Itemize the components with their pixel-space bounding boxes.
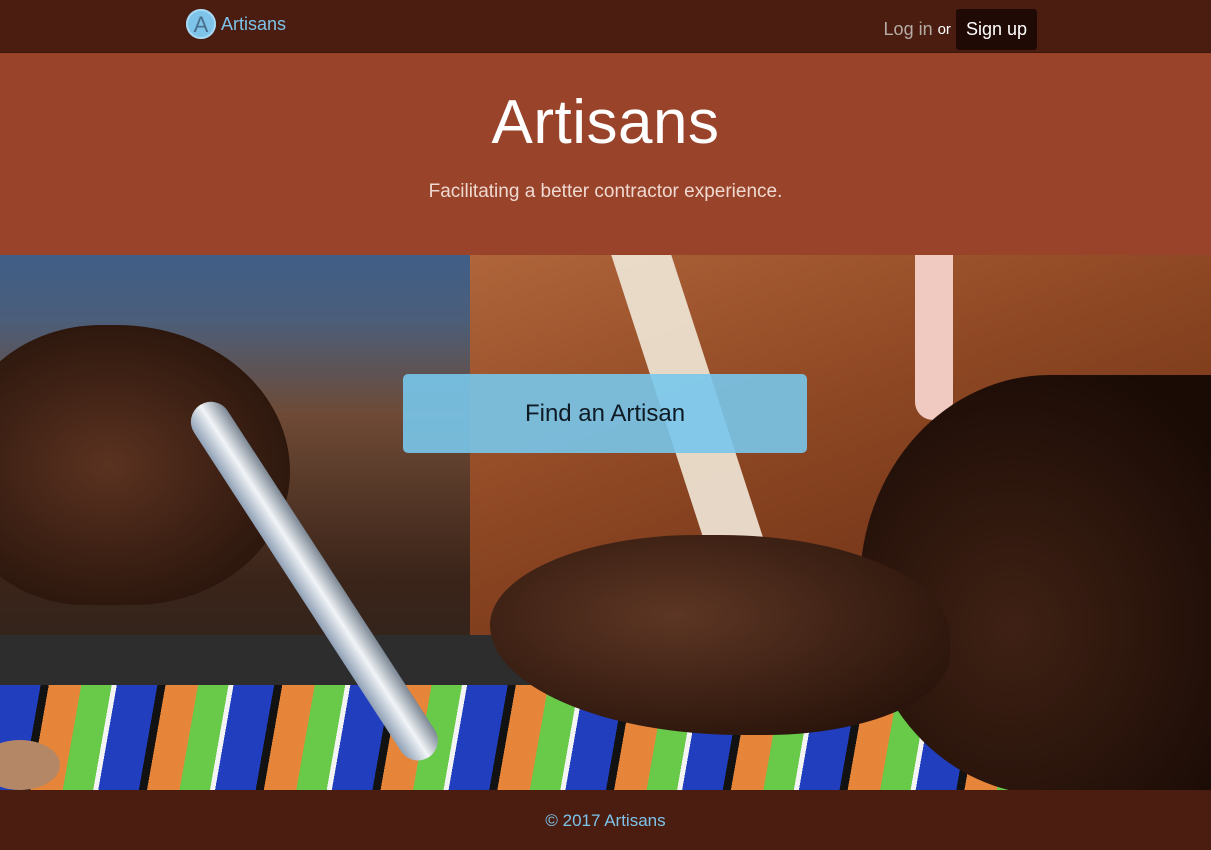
- find-artisan-button[interactable]: Find an Artisan: [403, 374, 807, 453]
- brand-name: Artisans: [221, 13, 287, 34]
- hero-header: Artisans Facilitating a better contracto…: [0, 53, 1211, 255]
- footer: © 2017 Artisans: [0, 790, 1211, 850]
- navbar: A Artisans Log in or Sign up: [0, 0, 1211, 53]
- signup-button[interactable]: Sign up: [955, 9, 1037, 50]
- auth-links: Log in or Sign up: [884, 9, 1037, 50]
- hero-title: Artisans: [491, 88, 720, 157]
- footer-copyright: © 2017 Artisans: [545, 811, 666, 830]
- login-link[interactable]: Log in: [884, 19, 933, 40]
- hero-subtitle: Facilitating a better contractor experie…: [428, 181, 783, 202]
- brand-link[interactable]: A Artisans: [186, 9, 286, 39]
- or-separator: or: [937, 21, 951, 38]
- hero-photo: [0, 255, 1211, 790]
- photo-measuring-tape-end: [915, 255, 953, 420]
- brand-logo-letter: A: [194, 12, 209, 37]
- brand-logo-icon: A: [186, 9, 216, 39]
